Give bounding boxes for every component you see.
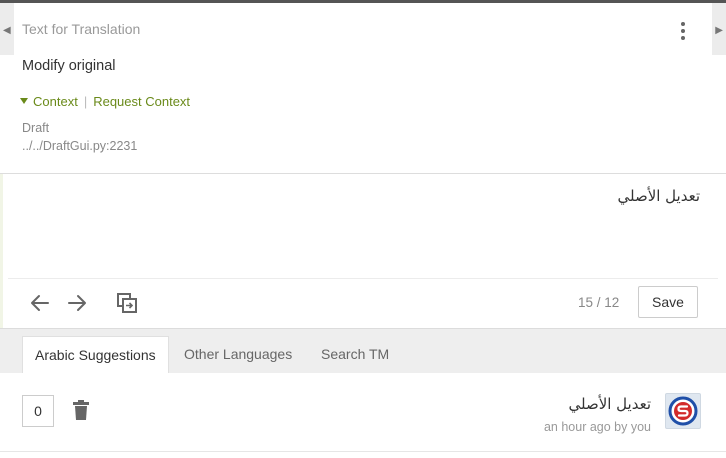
context-meta-source-location: ../../DraftGui.py:2231 <box>22 139 138 153</box>
editor-left-accent <box>0 174 3 328</box>
expand-triangle-icon[interactable] <box>20 98 28 104</box>
tab-search-tm[interactable]: Search TM <box>309 336 401 373</box>
arrow-right-icon[interactable] <box>66 292 88 314</box>
editor-toolbar: 15 / 12 Save <box>8 279 718 327</box>
translation-text[interactable]: تعديل الأصلي <box>617 187 700 205</box>
context-meta-draft: Draft <box>22 121 50 135</box>
next-string-handle[interactable]: ▶ <box>712 3 726 55</box>
save-button[interactable]: Save <box>638 286 698 318</box>
translation-editor[interactable]: تعديل الأصلي <box>8 174 718 279</box>
caret-right-icon: ▶ <box>715 25 723 36</box>
panel-title: Text for Translation <box>22 21 141 37</box>
suggestion-row: 0 تعديل الأصلي an hour ago by you <box>0 373 726 452</box>
arrow-left-icon[interactable] <box>29 292 51 314</box>
request-context-link[interactable]: Request Context <box>93 94 190 109</box>
caret-left-icon: ◀ <box>3 25 11 36</box>
tab-arabic-suggestions[interactable]: Arabic Suggestions <box>22 336 169 374</box>
context-row: Context | Request Context <box>20 94 190 109</box>
previous-string-handle[interactable]: ◀ <box>0 3 14 55</box>
vote-count[interactable]: 0 <box>22 395 54 427</box>
context-toggle[interactable]: Context <box>33 94 78 109</box>
tab-other-languages[interactable]: Other Languages <box>172 336 304 373</box>
suggestions-tabbar: Arabic Suggestions Other Languages Searc… <box>0 328 726 374</box>
string-counter: 15 / 12 <box>578 295 620 310</box>
context-separator: | <box>83 94 88 109</box>
kebab-menu-icon[interactable] <box>679 22 687 40</box>
suggestion-text[interactable]: تعديل الأصلي <box>568 395 651 413</box>
source-string: Modify original <box>22 58 116 74</box>
user-avatar <box>665 393 701 429</box>
copy-original-icon[interactable] <box>116 292 138 314</box>
source-panel: Text for Translation Modify original Con… <box>0 3 726 173</box>
suggestion-meta: an hour ago by you <box>543 420 651 434</box>
trash-icon[interactable] <box>73 400 89 420</box>
